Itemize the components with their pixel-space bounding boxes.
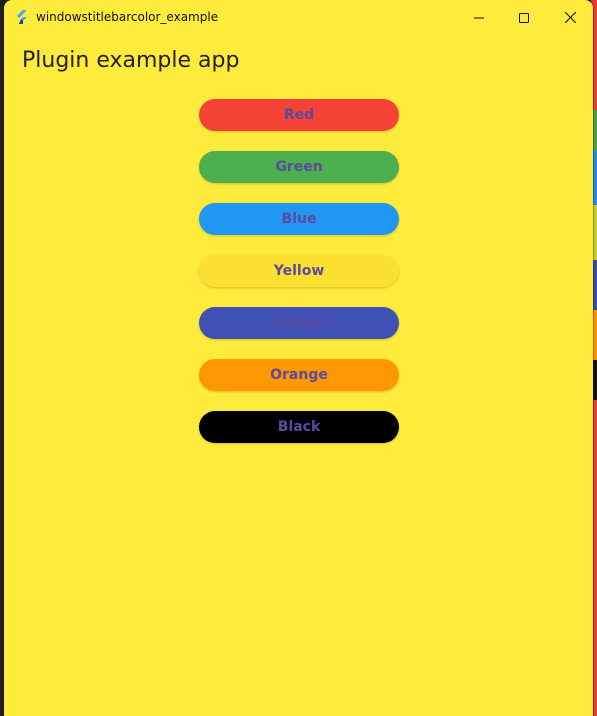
green-button[interactable]: Green <box>199 151 399 183</box>
color-button-list: Red Green Blue Yellow Indigo Orange Blac… <box>199 99 399 463</box>
button-label: Blue <box>281 211 317 227</box>
flutter-logo-icon <box>14 9 30 25</box>
button-label: Green <box>275 159 323 175</box>
button-label: Orange <box>270 367 328 383</box>
indigo-button[interactable]: Indigo <box>199 307 399 339</box>
button-label: Red <box>283 107 315 123</box>
close-icon <box>564 8 576 27</box>
orange-button[interactable]: Orange <box>199 359 399 391</box>
button-label: Black <box>277 419 321 435</box>
button-label: Yellow <box>273 263 325 279</box>
button-label: Indigo <box>274 315 324 331</box>
app-window: windowstitlebarcolor_example Plugin exam… <box>4 0 593 716</box>
maximize-icon <box>519 8 529 27</box>
minimize-button[interactable] <box>456 0 502 34</box>
close-button[interactable] <box>547 0 593 34</box>
red-button[interactable]: Red <box>199 99 399 131</box>
page-title: Plugin example app <box>22 48 240 73</box>
blue-button[interactable]: Blue <box>199 203 399 235</box>
minimize-icon <box>474 8 484 27</box>
yellow-button[interactable]: Yellow <box>199 255 399 287</box>
title-bar[interactable]: windowstitlebarcolor_example <box>4 0 593 34</box>
window-title: windowstitlebarcolor_example <box>36 10 219 24</box>
black-button[interactable]: Black <box>199 411 399 443</box>
maximize-button[interactable] <box>501 0 547 34</box>
